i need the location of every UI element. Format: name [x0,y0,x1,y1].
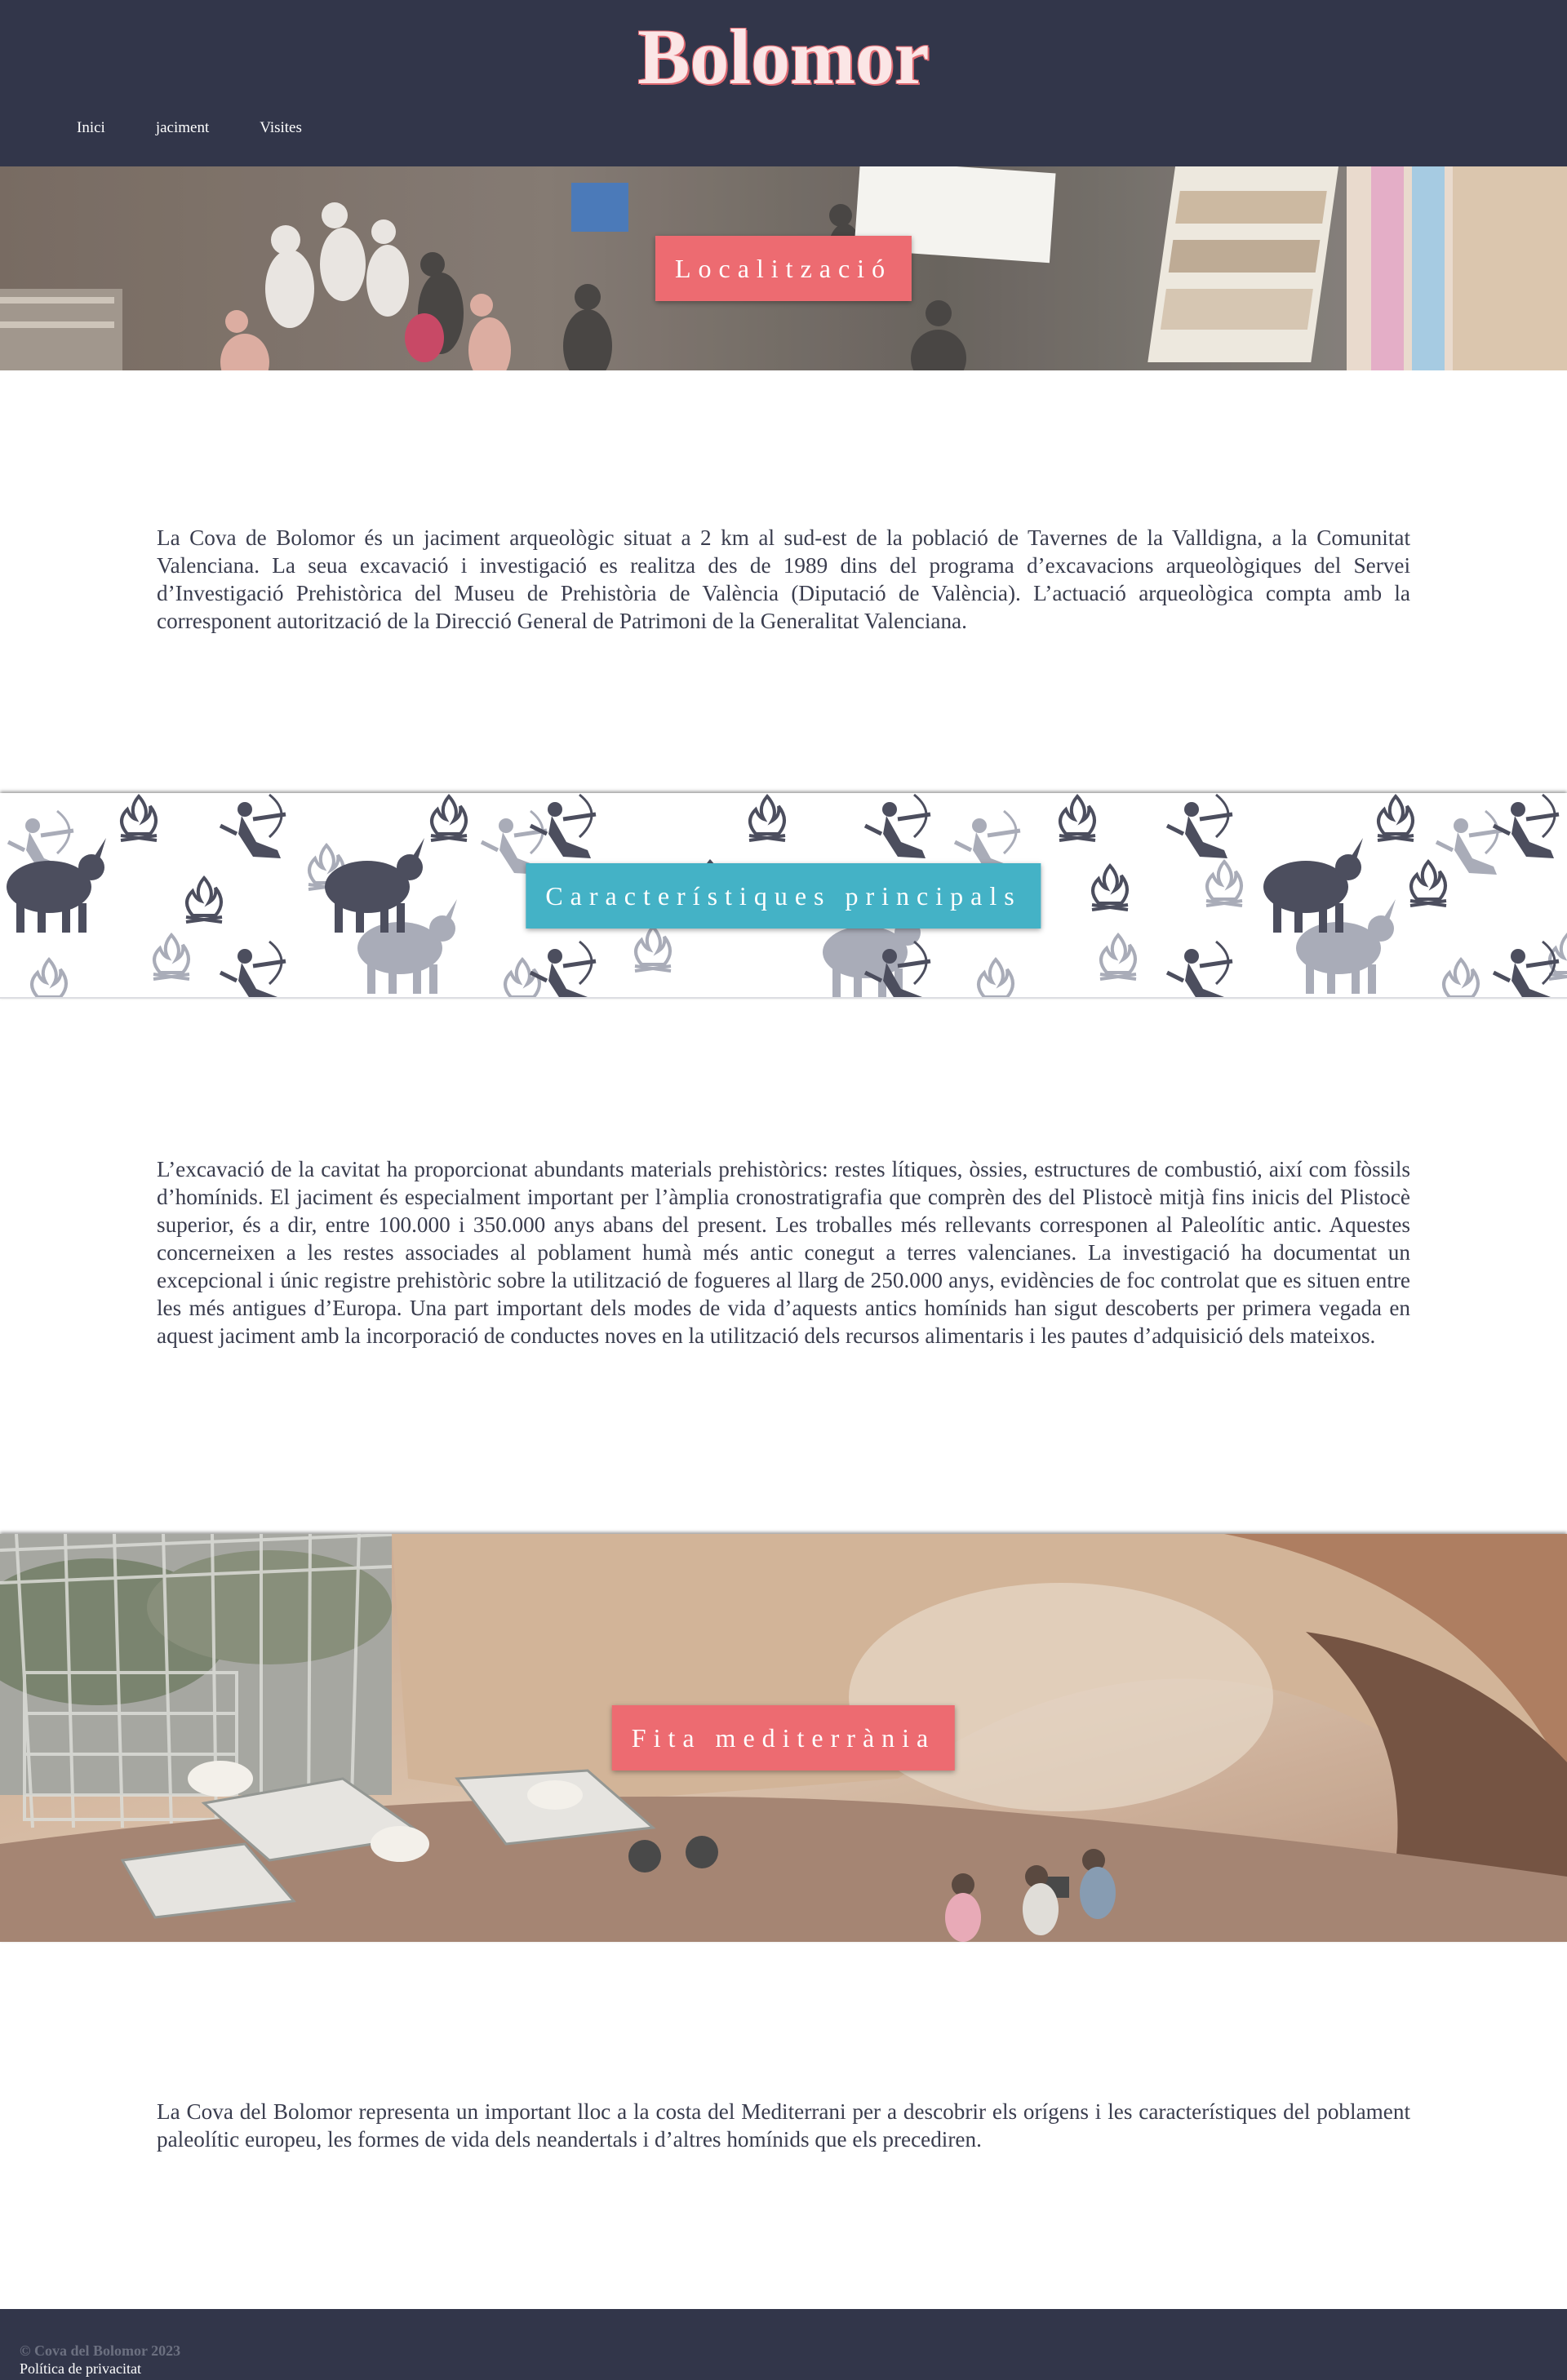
section-text-localitzacio: La Cova de Bolomor és un jaciment arqueo… [157,525,1410,633]
site-footer: © Cova del Bolomor 2023 Política de priv… [0,2309,1567,2380]
section-heading-localitzacio: Localització [655,236,912,301]
privacy-policy-link[interactable]: Política de privacitat [20,2360,141,2378]
banner-caracteristiques: Característiques principals [0,793,1567,999]
nav-item-jaciment[interactable]: jaciment [141,116,224,140]
copyright-text: © Cova del Bolomor 2023 [20,2342,181,2359]
section-text-fita-mediterrania: La Cova del Bolomor representa un import… [157,2099,1410,2152]
site-title[interactable]: Bolomor [0,8,1567,106]
section-heading-caracteristiques: Característiques principals [526,863,1041,929]
nav-item-visites[interactable]: Visites [245,116,317,140]
section-heading-fita-mediterrania: Fita mediterrània [611,1705,956,1771]
section-text-caracteristiques: L’excavació de la cavitat ha proporciona… [157,1157,1410,1348]
banner-localitzacio: Localització [0,166,1567,370]
banner-fita-mediterrania: Fita mediterrània [0,1534,1567,1942]
nav-item-inici[interactable]: Inici [62,116,120,140]
site-header: Bolomor Inici jaciment Visites [0,0,1567,166]
main-nav: Inici jaciment Visites [62,116,338,140]
